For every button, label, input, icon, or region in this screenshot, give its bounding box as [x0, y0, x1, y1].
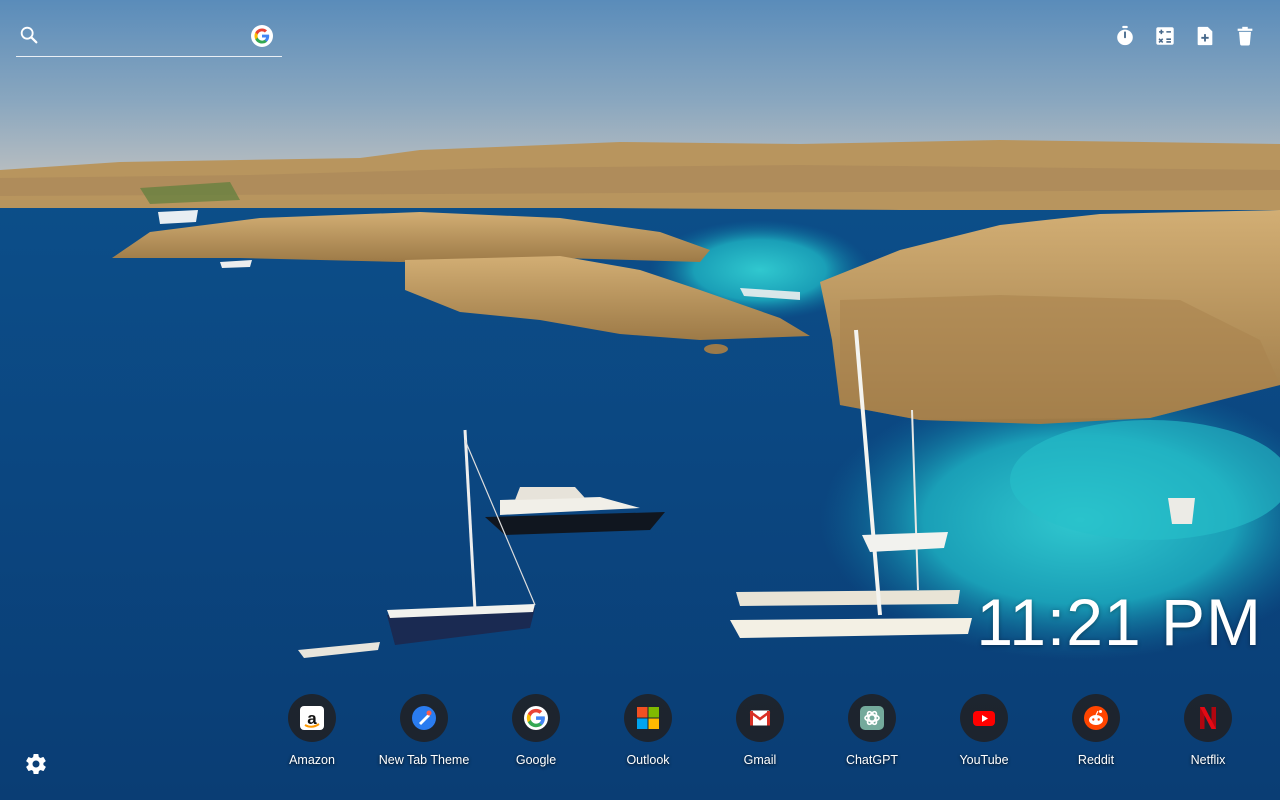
- google-icon[interactable]: [512, 694, 560, 742]
- reddit-icon[interactable]: [1072, 694, 1120, 742]
- shortcut-label: YouTube: [959, 753, 1009, 767]
- shortcut-reddit[interactable]: Reddit: [1040, 694, 1152, 767]
- trash-icon[interactable]: [1234, 24, 1256, 48]
- shortcut-youtube[interactable]: YouTube: [928, 694, 1040, 767]
- gmail-icon[interactable]: [736, 694, 784, 742]
- shortcut-gmail[interactable]: Gmail: [704, 694, 816, 767]
- chatgpt-icon[interactable]: [848, 694, 896, 742]
- shortcut-label: Reddit: [1077, 753, 1115, 767]
- amazon-icon[interactable]: a: [288, 694, 336, 742]
- google-search-engine-icon[interactable]: [251, 25, 273, 47]
- timer-icon[interactable]: [1114, 24, 1136, 48]
- search-input[interactable]: [48, 22, 252, 52]
- youtube-icon[interactable]: [960, 694, 1008, 742]
- background-wallpaper: [0, 0, 1280, 800]
- shortcut-label: Netflix: [1190, 753, 1226, 767]
- shortcut-label: Google: [515, 753, 557, 767]
- shortcut-label: ChatGPT: [845, 753, 899, 767]
- shortcut-label: New Tab Theme: [378, 753, 470, 767]
- top-toolbar: [1114, 24, 1256, 48]
- shortcut-outlook[interactable]: Outlook: [592, 694, 704, 767]
- shortcut-google[interactable]: Google: [480, 694, 592, 767]
- gear-icon[interactable]: [24, 752, 48, 776]
- shortcut-amazon[interactable]: a Amazon: [256, 694, 368, 767]
- netflix-icon[interactable]: [1184, 694, 1232, 742]
- shortcut-netflix[interactable]: Netflix: [1152, 694, 1264, 767]
- new-tab-theme-icon[interactable]: [400, 694, 448, 742]
- outlook-icon[interactable]: [624, 694, 672, 742]
- search-icon[interactable]: [18, 24, 40, 46]
- shortcut-bar: a Amazon New Tab Theme Google Outlook Gm…: [256, 694, 1264, 767]
- shortcut-new-tab-theme[interactable]: New Tab Theme: [368, 694, 480, 767]
- clock-time: 11:21 PM: [976, 585, 1262, 659]
- shortcut-label: Amazon: [289, 753, 335, 767]
- shortcut-chatgpt[interactable]: ChatGPT: [816, 694, 928, 767]
- calculator-icon[interactable]: [1154, 24, 1176, 48]
- search-bar[interactable]: [16, 20, 282, 57]
- add-note-icon[interactable]: [1194, 24, 1216, 48]
- shortcut-label: Gmail: [743, 753, 777, 767]
- shortcut-label: Outlook: [626, 753, 670, 767]
